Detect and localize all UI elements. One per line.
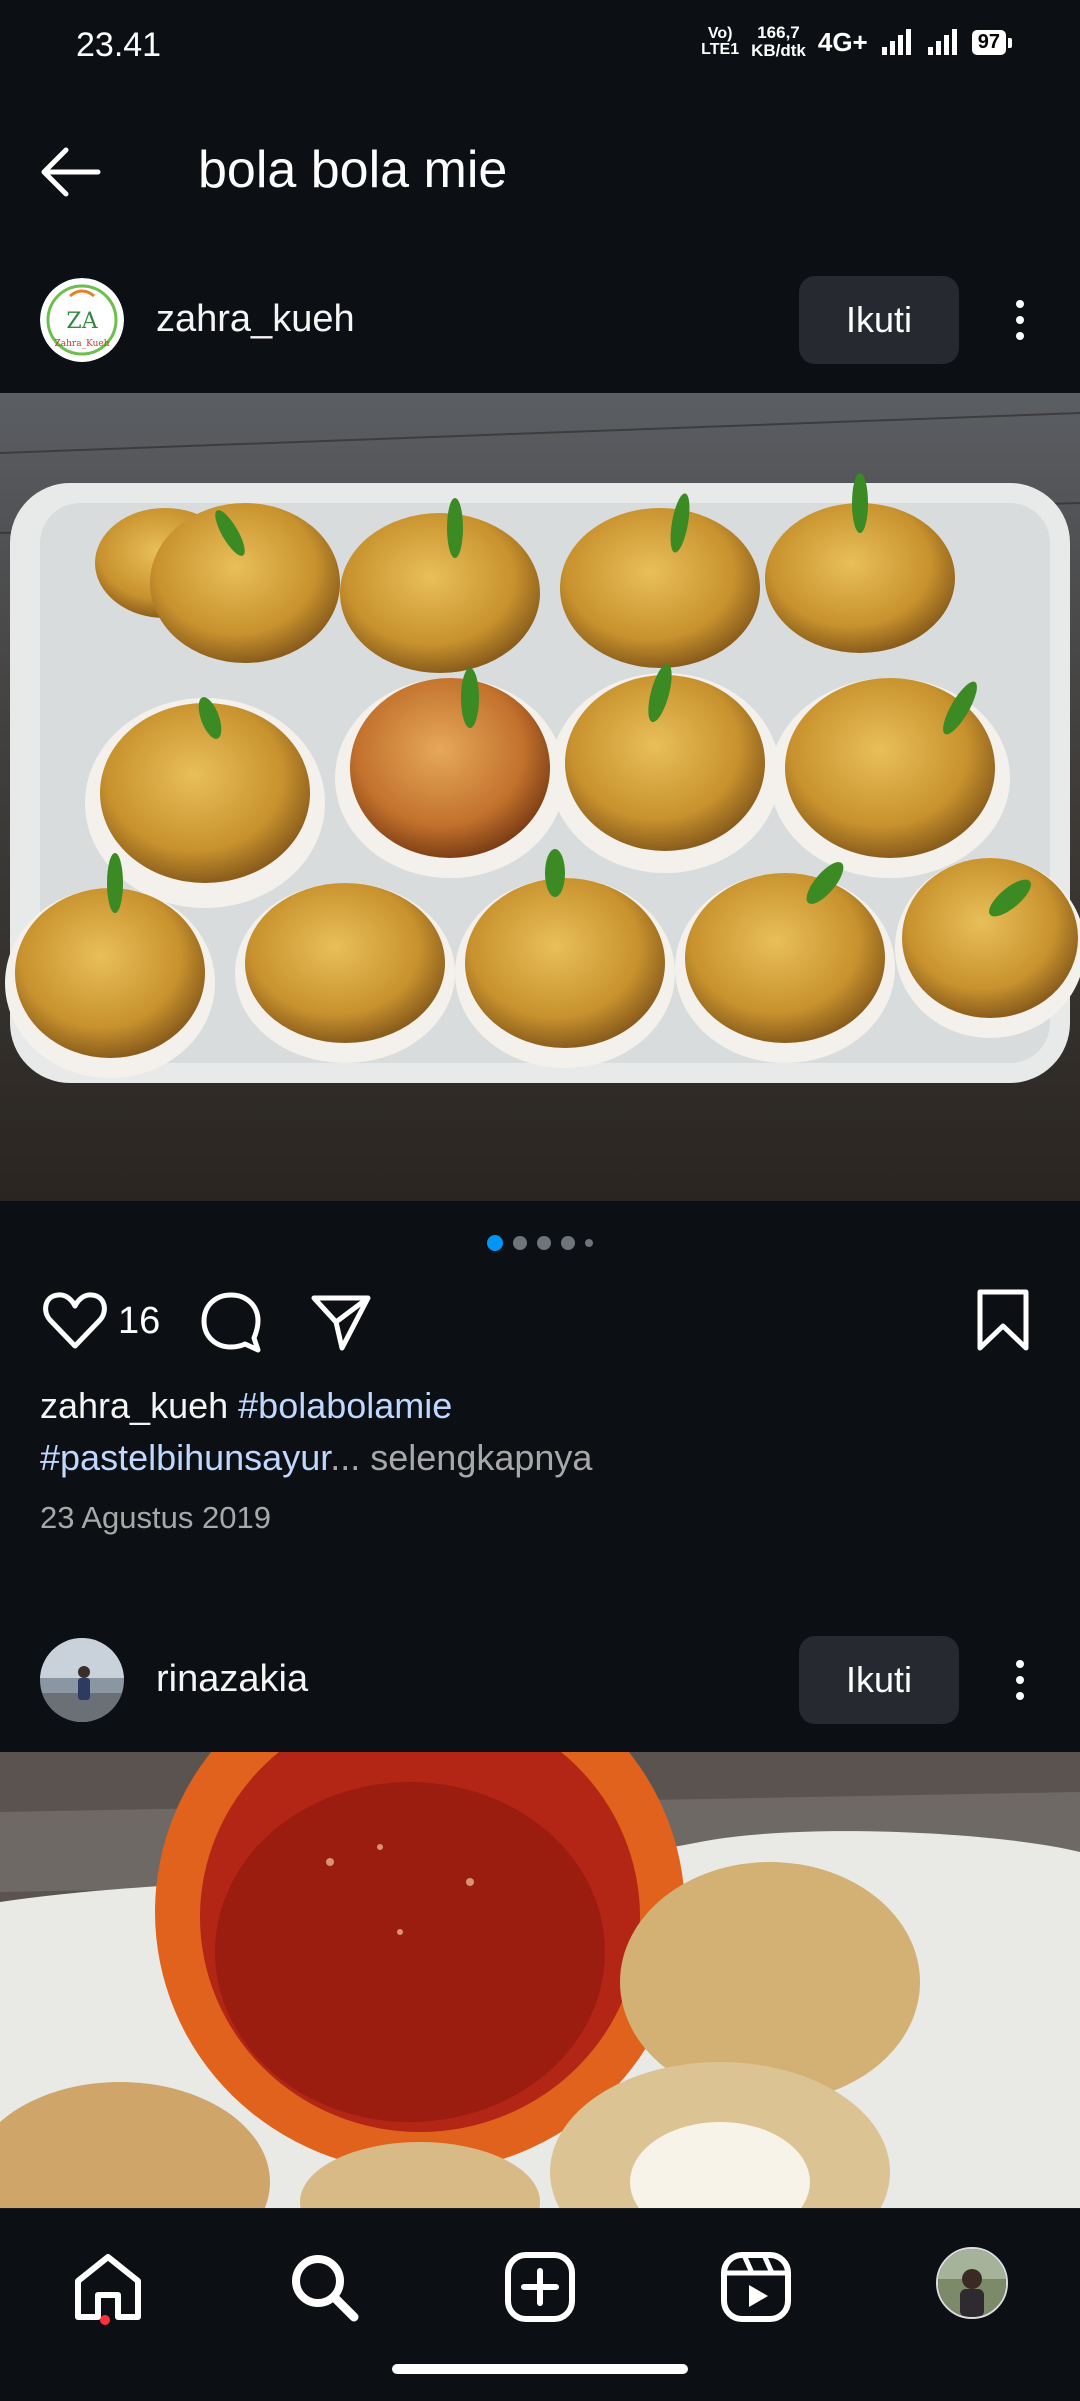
back-button[interactable] <box>36 142 116 202</box>
status-time: 23.41 <box>76 26 162 64</box>
caption-hashtag[interactable]: #pastelbihunsayur <box>40 1437 330 1478</box>
arrow-left-icon <box>41 147 101 197</box>
carousel-dot <box>585 1239 593 1247</box>
network-speed: 166,7 KB/dtk <box>751 23 806 60</box>
carousel-indicator <box>0 1233 1080 1253</box>
post-image[interactable] <box>0 1752 1080 2208</box>
app-header: bola bola mie <box>0 120 1080 220</box>
caption-more-link[interactable]: selengkapnya <box>370 1437 592 1478</box>
zahra-kueh-logo: ZA Zahra_Kueh <box>40 278 124 362</box>
food-photo <box>0 1752 1080 2208</box>
like-count[interactable]: 16 <box>118 1300 160 1343</box>
page-title: bola bola mie <box>198 141 508 199</box>
caption-username[interactable]: zahra_kueh <box>40 1385 228 1426</box>
svg-text:ZA: ZA <box>66 309 98 334</box>
avatar[interactable]: ZA Zahra_Kueh <box>40 278 124 362</box>
home-icon[interactable] <box>70 2249 146 2325</box>
more-options-icon[interactable] <box>1000 290 1040 350</box>
svg-text:Zahra_Kueh: Zahra_Kueh <box>54 339 109 349</box>
signal-icon-2 <box>927 29 957 55</box>
carousel-dot <box>513 1236 527 1250</box>
signal-icon <box>881 29 911 55</box>
post-image[interactable] <box>0 393 1080 1201</box>
carousel-dot <box>561 1236 575 1250</box>
post-caption: zahra_kueh #bolabolamie #pastelbihunsayu… <box>40 1380 1040 1484</box>
volte-indicator: Vo) LTE1 <box>701 25 740 58</box>
heart-icon[interactable] <box>40 1286 110 1356</box>
post-header: rinazakia Ikuti <box>0 1620 1080 1740</box>
post-date: 23 Agustus 2019 <box>40 1500 271 1535</box>
more-options-icon[interactable] <box>1000 1650 1040 1710</box>
caption-hashtag[interactable]: #bolabolamie <box>238 1385 452 1426</box>
search-icon[interactable] <box>286 2249 362 2325</box>
follow-button[interactable]: Ikuti <box>799 276 959 364</box>
share-icon[interactable] <box>306 1286 376 1356</box>
profile-photo <box>938 2249 1006 2317</box>
user-photo <box>40 1638 124 1722</box>
food-photo <box>0 393 1080 1201</box>
post-header: ZA Zahra_Kueh zahra_kueh Ikuti <box>0 260 1080 380</box>
carousel-dot-active <box>487 1235 503 1251</box>
status-icons: Vo) LTE1 166,7 KB/dtk 4G+ 97 <box>701 23 1013 60</box>
comment-icon[interactable] <box>196 1286 266 1356</box>
carousel-dot <box>537 1236 551 1250</box>
post-actions: 16 <box>0 1280 1080 1360</box>
follow-button[interactable]: Ikuti <box>799 1636 959 1724</box>
profile-avatar[interactable] <box>936 2247 1008 2319</box>
network-type: 4G+ <box>817 26 868 57</box>
battery-indicator: 97 <box>971 29 1013 55</box>
caption-ellipsis: ... <box>330 1437 361 1478</box>
avatar[interactable] <box>40 1638 124 1722</box>
home-indicator[interactable] <box>392 2364 688 2374</box>
create-icon[interactable] <box>502 2249 578 2325</box>
notification-dot <box>100 2315 110 2325</box>
bookmark-icon[interactable] <box>968 1286 1038 1356</box>
reels-icon[interactable] <box>718 2249 794 2325</box>
status-bar: 23.41 Vo) LTE1 166,7 KB/dtk 4G+ 97 <box>0 0 1080 96</box>
post-username[interactable]: zahra_kueh <box>156 298 355 341</box>
post-username[interactable]: rinazakia <box>156 1658 308 1701</box>
